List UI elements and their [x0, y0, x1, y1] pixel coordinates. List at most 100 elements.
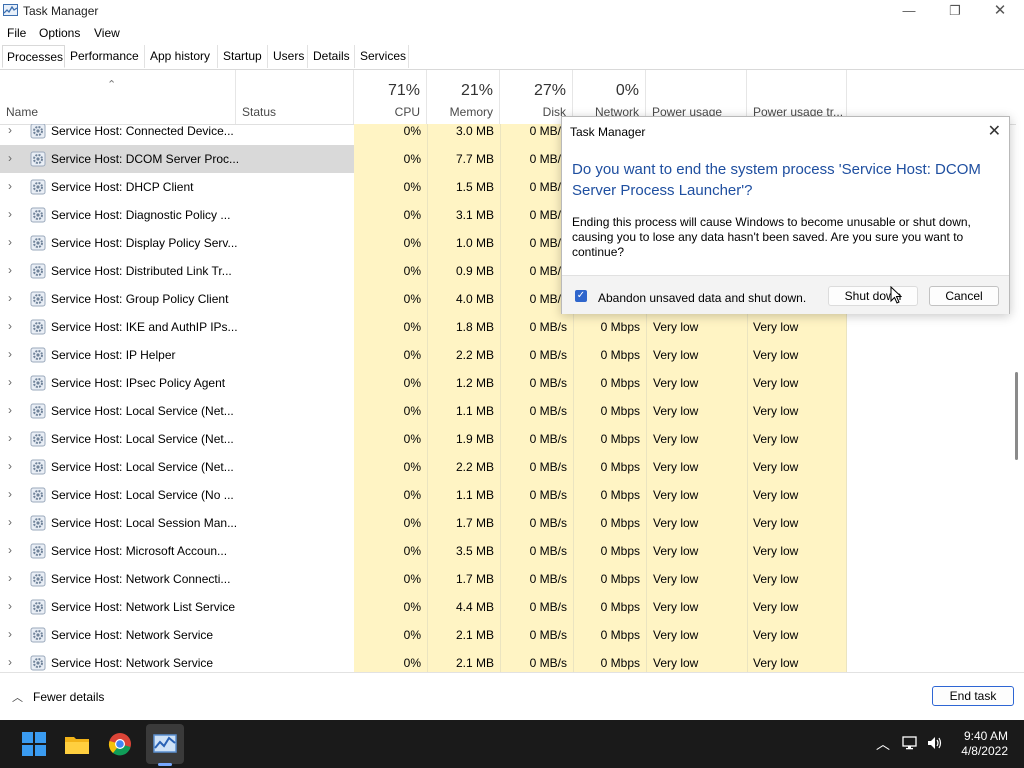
process-name-cell[interactable]: › Service Host: Local Service (Net...: [0, 453, 354, 481]
chevron-right-icon[interactable]: ›: [8, 403, 12, 417]
table-row[interactable]: › Service Host: Local Session Man... 0% 1.7…: [0, 509, 1016, 537]
chevron-right-icon[interactable]: ›: [8, 655, 12, 669]
chevron-right-icon[interactable]: ›: [8, 599, 12, 613]
process-name-cell[interactable]: › Service Host: Distributed Link Tr...: [0, 257, 354, 285]
abandon-data-checkbox-label[interactable]: Abandon unsaved data and shut down.: [598, 291, 806, 305]
chevron-right-icon[interactable]: ›: [8, 627, 12, 641]
menu-file[interactable]: File: [7, 26, 26, 40]
memory-value: 1.8 MB: [455, 320, 494, 334]
chevron-right-icon[interactable]: ›: [8, 375, 12, 389]
process-name-cell[interactable]: › Service Host: IKE and AuthIP IPs...: [0, 313, 354, 341]
scrollbar-thumb[interactable]: [1015, 372, 1018, 460]
tab-services[interactable]: Services: [356, 45, 409, 68]
abandon-data-checkbox[interactable]: ✓: [575, 290, 587, 302]
windows-start-icon[interactable]: [18, 728, 50, 760]
minimize-button[interactable]: —: [886, 0, 932, 22]
memory-value: 1.7 MB: [455, 572, 494, 586]
chevron-right-icon[interactable]: ›: [8, 291, 12, 305]
table-row[interactable]: › Service Host: Network Connecti... 0% 1.7 …: [0, 565, 1016, 593]
maximize-button[interactable]: ❐: [932, 0, 978, 22]
vertical-scrollbar[interactable]: [1012, 124, 1018, 672]
process-name-cell[interactable]: › Service Host: DCOM Server Proc...: [0, 145, 354, 173]
end-task-button[interactable]: End task: [932, 686, 1014, 706]
tab-users[interactable]: Users: [269, 45, 308, 68]
process-name-cell[interactable]: › Service Host: Connected Device...: [0, 124, 354, 145]
cancel-button[interactable]: Cancel: [929, 286, 999, 306]
fewer-details-toggle[interactable]: ︿ Fewer details: [12, 689, 104, 705]
table-row[interactable]: › Service Host: IKE and AuthIP IPs... 0% 1.…: [0, 313, 1016, 341]
column-header-status[interactable]: Status: [236, 70, 354, 124]
file-explorer-icon[interactable]: [61, 728, 93, 760]
shut-down-button[interactable]: Shut down: [828, 286, 918, 306]
taskbar-clock[interactable]: 9:40 AM 4/8/2022: [950, 729, 1008, 759]
chevron-right-icon[interactable]: ›: [8, 487, 12, 501]
chevron-right-icon[interactable]: ›: [8, 207, 12, 221]
service-gear-icon: [30, 627, 46, 643]
chevron-right-icon[interactable]: ›: [8, 235, 12, 249]
power-usage-value: Very low: [653, 460, 699, 474]
memory-total-percent: 21%: [460, 82, 493, 99]
process-name-cell[interactable]: › Service Host: Network Service: [0, 649, 354, 672]
task-manager-icon[interactable]: [149, 728, 181, 760]
table-row[interactable]: › Service Host: Local Service (Net... 0% 1.…: [0, 397, 1016, 425]
table-row[interactable]: › Service Host: Local Service (Net... 0% 1.…: [0, 425, 1016, 453]
chevron-right-icon[interactable]: ›: [8, 151, 12, 165]
cpu-value: 0%: [403, 180, 421, 194]
tab-startup[interactable]: Startup: [219, 45, 268, 68]
column-header-memory[interactable]: 21% Memory: [427, 70, 500, 124]
process-name-cell[interactable]: › Service Host: Local Service (Net...: [0, 397, 354, 425]
menu-options[interactable]: Options: [39, 26, 80, 40]
chevron-right-icon[interactable]: ›: [8, 319, 12, 333]
cpu-value: 0%: [403, 152, 421, 166]
process-name-cell[interactable]: › Service Host: Group Policy Client: [0, 285, 354, 313]
table-row[interactable]: › Service Host: IP Helper 0% 2.2 MB 0 MB/s 0 …: [0, 341, 1016, 369]
table-row[interactable]: › Service Host: Network Service 0% 2.1 MB 0 …: [0, 649, 1016, 672]
process-name-cell[interactable]: › Service Host: Local Session Man...: [0, 509, 354, 537]
table-row[interactable]: › Service Host: Network Service 0% 2.1 MB 0 …: [0, 621, 1016, 649]
tab-processes[interactable]: Processes: [2, 45, 65, 68]
process-name-cell[interactable]: › Service Host: Network Service: [0, 621, 354, 649]
process-name-cell[interactable]: › Service Host: Network List Service: [0, 593, 354, 621]
volume-icon[interactable]: [927, 736, 944, 750]
dialog-close-icon[interactable]: ✕: [988, 121, 1001, 141]
process-name-cell[interactable]: › Service Host: Network Connecti...: [0, 565, 354, 593]
process-name-cell[interactable]: › Service Host: Local Service (Net...: [0, 425, 354, 453]
table-row[interactable]: › Service Host: IPsec Policy Agent 0% 1.2 M…: [0, 369, 1016, 397]
power-usage-value: Very low: [653, 348, 699, 362]
service-gear-icon: [30, 319, 46, 335]
memory-value: 2.2 MB: [455, 348, 494, 362]
process-name-cell[interactable]: › Service Host: Diagnostic Policy ...: [0, 201, 354, 229]
column-header-cpu[interactable]: 71% CPU: [354, 70, 427, 124]
network-icon[interactable]: [902, 736, 919, 750]
close-button[interactable]: ✕: [977, 0, 1023, 22]
table-row[interactable]: › Service Host: Local Service (Net... 0% 2.…: [0, 453, 1016, 481]
chrome-icon[interactable]: [104, 728, 136, 760]
chevron-right-icon[interactable]: ›: [8, 124, 12, 137]
cpu-value: 0%: [403, 600, 421, 614]
chevron-right-icon[interactable]: ›: [8, 263, 12, 277]
table-row[interactable]: › Service Host: Network List Service 0% 4.4…: [0, 593, 1016, 621]
process-name-cell[interactable]: › Service Host: Microsoft Accoun...: [0, 537, 354, 565]
chevron-right-icon[interactable]: ›: [8, 459, 12, 473]
chevron-right-icon[interactable]: ›: [8, 347, 12, 361]
process-name-cell[interactable]: › Service Host: IPsec Policy Agent: [0, 369, 354, 397]
tab-details[interactable]: Details: [309, 45, 355, 68]
table-row[interactable]: › Service Host: Local Service (No ... 0% 1.…: [0, 481, 1016, 509]
process-name: Service Host: Local Service (Net...: [51, 404, 234, 418]
chevron-right-icon[interactable]: ›: [8, 515, 12, 529]
tab-app-history[interactable]: App history: [146, 45, 218, 68]
chevron-right-icon[interactable]: ›: [8, 543, 12, 557]
process-name-cell[interactable]: › Service Host: DHCP Client: [0, 173, 354, 201]
process-name-cell[interactable]: › Service Host: IP Helper: [0, 341, 354, 369]
tab-performance[interactable]: Performance: [66, 45, 145, 68]
process-name-cell[interactable]: › Service Host: Local Service (No ...: [0, 481, 354, 509]
process-name-cell[interactable]: › Service Host: Display Policy Serv...: [0, 229, 354, 257]
table-row[interactable]: › Service Host: Microsoft Accoun... 0% 3.5 …: [0, 537, 1016, 565]
chevron-right-icon[interactable]: ›: [8, 571, 12, 585]
chevron-right-icon[interactable]: ›: [8, 179, 12, 193]
chevron-right-icon[interactable]: ›: [8, 431, 12, 445]
disk-value: 0 MB/s: [529, 460, 567, 474]
menu-view[interactable]: View: [94, 26, 120, 40]
show-hidden-icons-chevron-icon[interactable]: ︿: [876, 734, 890, 754]
column-header-name[interactable]: ⌃ Name: [0, 70, 236, 124]
